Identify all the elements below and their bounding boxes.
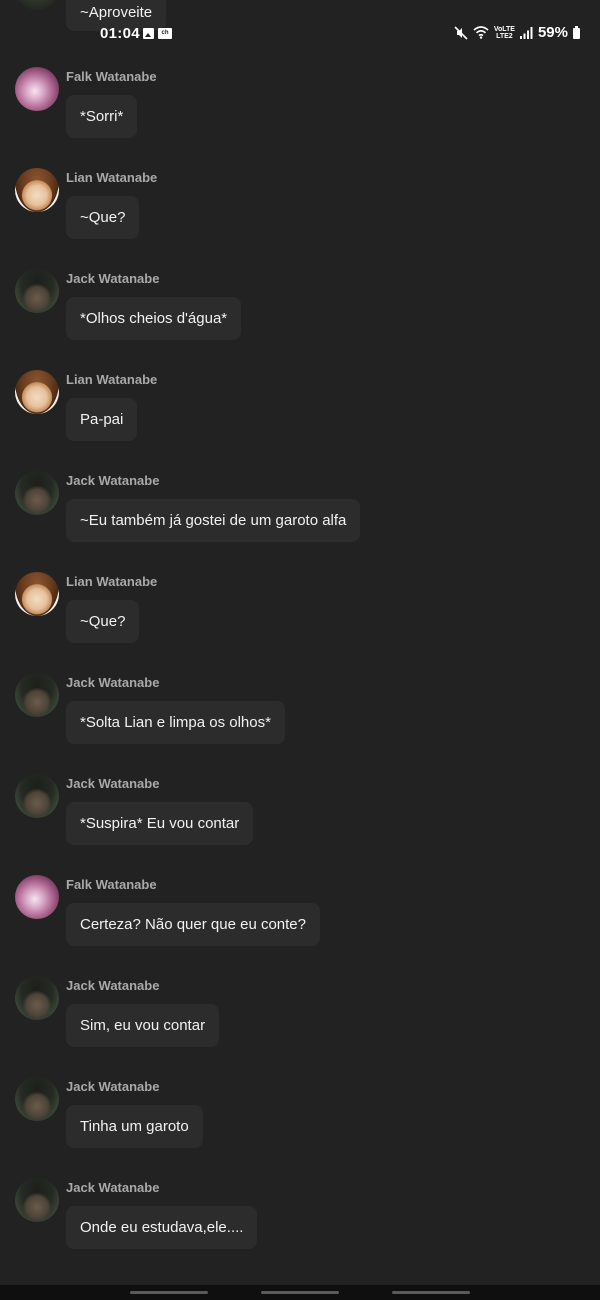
- message-item[interactable]: Jack Watanabe *Solta Lian e limpa os olho…: [0, 670, 600, 771]
- avatar[interactable]: [15, 976, 59, 1020]
- sender-name[interactable]: Falk Watanabe: [66, 69, 157, 84]
- message-list[interactable]: Falk Watanabe *Sorri* Lian Watanabe ~Que? Ja…: [0, 64, 600, 1276]
- sender-name[interactable]: Jack Watanabe: [66, 1180, 159, 1195]
- avatar[interactable]: [15, 269, 59, 313]
- avatar[interactable]: [15, 572, 59, 616]
- message-bubble[interactable]: *Suspira* Eu vou contar: [66, 802, 254, 845]
- sender-name[interactable]: Jack Watanabe: [66, 776, 159, 791]
- network-label-top: VoLTE: [493, 25, 515, 33]
- status-time: 01:04: [100, 25, 140, 42]
- message-bubble[interactable]: ~Que?: [66, 196, 140, 239]
- avatar[interactable]: [15, 370, 59, 414]
- status-bar: 01:04 ch VoLTE LTE2 59%: [0, 22, 600, 46]
- message-bubble[interactable]: Onde eu estudava,ele....: [66, 1206, 258, 1249]
- sender-name[interactable]: Lian Watanabe: [66, 170, 157, 185]
- signal-icon: [519, 26, 533, 39]
- avatar[interactable]: [15, 168, 59, 212]
- battery-icon: [573, 25, 580, 39]
- message-item[interactable]: Falk Watanabe *Sorri*: [0, 64, 600, 165]
- message-item[interactable]: Jack Watanabe Onde eu estudava,ele....: [0, 1175, 600, 1276]
- chat-screen: ~Aproveite 01:04 ch VoLTE LTE2 59% Falk …: [0, 0, 600, 1300]
- battery-percent: 59%: [537, 24, 568, 41]
- message-item[interactable]: Lian Watanabe ~Que?: [0, 569, 600, 670]
- sender-name[interactable]: Jack Watanabe: [66, 473, 159, 488]
- message-bubble[interactable]: Pa-pai: [66, 398, 138, 441]
- sender-name[interactable]: Jack Watanabe: [66, 271, 159, 286]
- message-bubble[interactable]: Certeza? Não quer que eu conte?: [66, 903, 320, 946]
- message-bubble[interactable]: ~Eu também já gostei de um garoto alfa: [66, 499, 361, 542]
- status-notification-icons: ch: [143, 28, 172, 39]
- avatar[interactable]: [15, 673, 59, 717]
- message-item[interactable]: Falk Watanabe Certeza? Não quer que eu co…: [0, 872, 600, 973]
- gallery-icon: [143, 28, 154, 39]
- sender-name[interactable]: Jack Watanabe: [66, 1079, 159, 1094]
- message-item[interactable]: Lian Watanabe Pa-pai: [0, 367, 600, 468]
- avatar[interactable]: [15, 67, 59, 111]
- avatar[interactable]: [15, 471, 59, 515]
- channel-icon: ch: [158, 28, 172, 39]
- nav-recents-indicator[interactable]: [130, 1291, 208, 1294]
- mute-icon: [454, 25, 468, 40]
- avatar[interactable]: [15, 875, 59, 919]
- network-label-bottom: LTE2: [496, 32, 513, 40]
- message-item[interactable]: Jack Watanabe *Suspira* Eu vou contar: [0, 771, 600, 872]
- sender-name[interactable]: Jack Watanabe: [66, 978, 159, 993]
- message-item[interactable]: Jack Watanabe Tinha um garoto: [0, 1074, 600, 1175]
- network-label: VoLTE LTE2: [494, 26, 515, 40]
- avatar[interactable]: [15, 1077, 59, 1121]
- navigation-bar: [0, 1285, 600, 1300]
- sender-name[interactable]: Lian Watanabe: [66, 372, 157, 387]
- message-bubble[interactable]: ~Que?: [66, 600, 140, 643]
- avatar[interactable]: [15, 774, 59, 818]
- nav-back-indicator[interactable]: [392, 1291, 470, 1294]
- message-bubble[interactable]: *Solta Lian e limpa os olhos*: [66, 701, 285, 744]
- message-item[interactable]: Jack Watanabe ~Eu também já gostei de um …: [0, 468, 600, 569]
- message-bubble[interactable]: *Olhos cheios d'água*: [66, 297, 242, 340]
- message-bubble[interactable]: Sim, eu vou contar: [66, 1004, 220, 1047]
- message-item[interactable]: Lian Watanabe ~Que?: [0, 165, 600, 266]
- nav-home-indicator[interactable]: [261, 1291, 339, 1294]
- sender-name[interactable]: Lian Watanabe: [66, 574, 157, 589]
- message-bubble[interactable]: *Sorri*: [66, 95, 138, 138]
- message-bubble[interactable]: Tinha um garoto: [66, 1105, 203, 1148]
- status-right-group: VoLTE LTE2 59%: [454, 24, 580, 41]
- wifi-icon: [473, 26, 489, 39]
- message-item[interactable]: Jack Watanabe Sim, eu vou contar: [0, 973, 600, 1074]
- top-message-avatar[interactable]: [15, 0, 59, 10]
- sender-name[interactable]: Jack Watanabe: [66, 675, 159, 690]
- avatar[interactable]: [15, 1178, 59, 1222]
- sender-name[interactable]: Falk Watanabe: [66, 877, 157, 892]
- message-item[interactable]: Jack Watanabe *Olhos cheios d'água*: [0, 266, 600, 367]
